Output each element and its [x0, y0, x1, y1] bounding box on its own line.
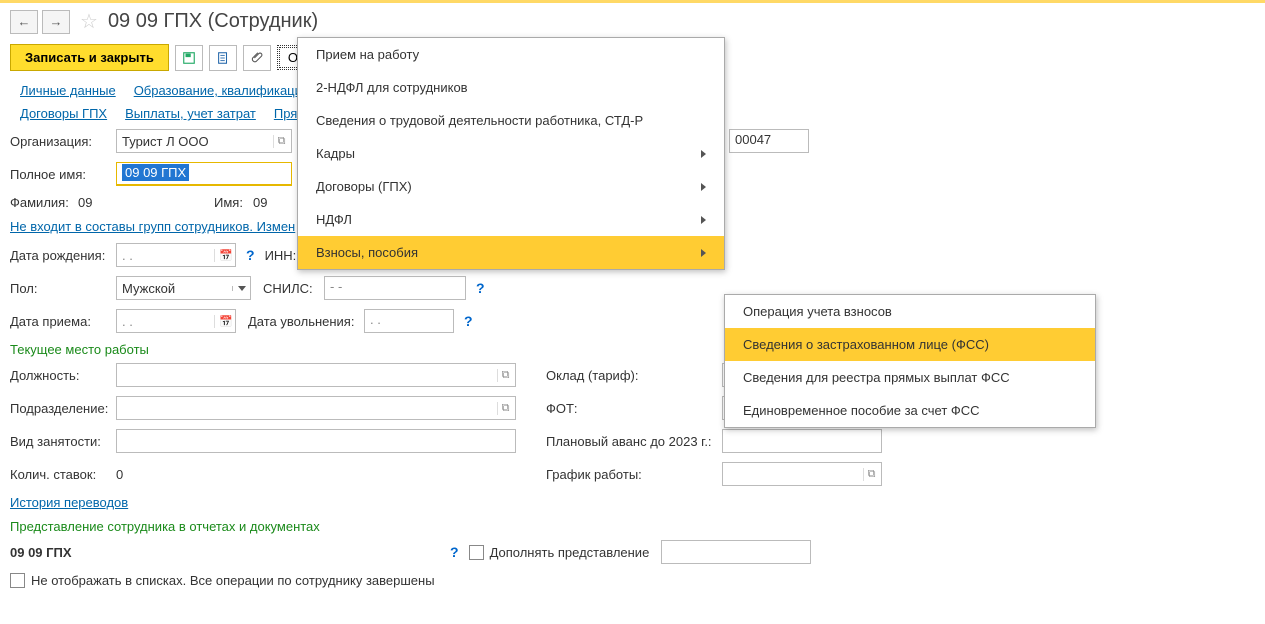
position-field[interactable]: ⧉	[116, 363, 516, 387]
calendar-icon[interactable]: 📅	[214, 249, 233, 262]
hide-checkbox[interactable]	[10, 573, 25, 588]
submenu-lump-fss[interactable]: Единовременное пособие за счет ФСС	[725, 394, 1095, 427]
hide-label: Не отображать в списках. Все операции по…	[31, 573, 435, 588]
schedule-label: График работы:	[546, 467, 716, 482]
group-link[interactable]: Не входит в составы групп сотрудников. И…	[10, 219, 295, 234]
star-icon[interactable]: ☆	[80, 9, 98, 34]
help-icon[interactable]: ?	[242, 247, 259, 263]
salary-label: Оклад (тариф):	[546, 368, 716, 383]
chevron-right-icon	[701, 216, 706, 224]
advance-label: Плановый аванс до 2023 г.:	[546, 434, 716, 449]
help-icon[interactable]: ?	[472, 280, 489, 296]
code-field[interactable]: 00047	[729, 129, 809, 153]
menu-item-staff[interactable]: Кадры	[298, 137, 724, 170]
submenu-insured-fss[interactable]: Сведения о застрахованном лице (ФСС)	[725, 328, 1095, 361]
save-button[interactable]	[175, 45, 203, 71]
tab-payments[interactable]: Выплаты, учет затрат	[125, 106, 256, 121]
lookup-icon[interactable]: ⧉	[497, 369, 513, 382]
back-button[interactable]: ←	[10, 10, 38, 34]
attach-button[interactable]	[243, 45, 271, 71]
format-document-menu: Прием на работу 2-НДФЛ для сотрудников С…	[297, 37, 725, 270]
chevron-right-icon	[701, 150, 706, 158]
hire-date-label: Дата приема:	[10, 314, 110, 329]
name-label: Имя:	[214, 195, 247, 210]
schedule-field[interactable]: ⧉	[722, 462, 882, 486]
supplement-checkbox[interactable]	[469, 545, 484, 560]
lookup-icon[interactable]: ⧉	[273, 135, 289, 148]
surname-value: 09	[78, 195, 208, 210]
tab-education[interactable]: Образование, квалификация	[134, 83, 309, 98]
fullname-field[interactable]: 09 09 ГПХ	[116, 162, 292, 186]
org-field[interactable]: Турист Л ООО ⧉	[116, 129, 292, 153]
dob-field[interactable]: . . 📅	[116, 243, 236, 267]
chevron-right-icon	[701, 183, 706, 191]
calendar-icon[interactable]: 📅	[214, 315, 233, 328]
surname-label: Фамилия:	[10, 195, 72, 210]
chevron-down-icon	[238, 286, 246, 291]
contributions-submenu: Операция учета взносов Сведения о застра…	[724, 294, 1096, 428]
menu-item-ndfl[interactable]: НДФЛ	[298, 203, 724, 236]
menu-item-hire[interactable]: Прием на работу	[298, 38, 724, 71]
submenu-op-contrib[interactable]: Операция учета взносов	[725, 295, 1095, 328]
menu-item-2ndfl[interactable]: 2-НДФЛ для сотрудников	[298, 71, 724, 104]
snils-label: СНИЛС:	[263, 281, 318, 296]
rate-count-label: Колич. ставок:	[10, 467, 110, 482]
fullname-label: Полное имя:	[10, 167, 110, 182]
section-representation: Представление сотрудника в отчетах и док…	[10, 519, 1255, 534]
save-close-button[interactable]: Записать и закрыть	[10, 44, 169, 71]
gender-select[interactable]: Мужской	[116, 276, 251, 300]
supplement-label: Дополнять представление	[490, 545, 650, 560]
menu-item-contributions[interactable]: Взносы, пособия	[298, 236, 724, 269]
hire-date-field[interactable]: . . 📅	[116, 309, 236, 333]
org-label: Организация:	[10, 134, 110, 149]
repr-value: 09 09 ГПХ	[10, 545, 440, 560]
snils-field[interactable]: - -	[324, 276, 466, 300]
name-value: 09	[253, 195, 267, 210]
rate-count-value: 0	[116, 467, 123, 482]
menu-item-contracts[interactable]: Договоры (ГПХ)	[298, 170, 724, 203]
position-label: Должность:	[10, 368, 110, 383]
document-button[interactable]	[209, 45, 237, 71]
unit-field[interactable]: ⧉	[116, 396, 516, 420]
inn-label: ИНН:	[265, 248, 300, 263]
employment-field[interactable]	[116, 429, 516, 453]
dob-label: Дата рождения:	[10, 248, 110, 263]
advance-field[interactable]	[722, 429, 882, 453]
fire-date-field[interactable]: . .	[364, 309, 454, 333]
page-title: 09 09 ГПХ (Сотрудник)	[108, 10, 318, 33]
history-link[interactable]: История переводов	[10, 495, 128, 510]
gender-label: Пол:	[10, 281, 110, 296]
help-icon[interactable]: ?	[460, 313, 477, 329]
forward-button[interactable]: →	[42, 10, 70, 34]
tab-personal[interactable]: Личные данные	[20, 83, 116, 98]
chevron-right-icon	[701, 249, 706, 257]
help-icon[interactable]: ?	[446, 544, 463, 560]
tab-contracts[interactable]: Договоры ГПХ	[20, 106, 107, 121]
fire-date-label: Дата увольнения:	[248, 314, 358, 329]
employment-label: Вид занятости:	[10, 434, 110, 449]
lookup-icon[interactable]: ⧉	[497, 402, 513, 415]
unit-label: Подразделение:	[10, 401, 110, 416]
supplement-field[interactable]	[661, 540, 811, 564]
lookup-icon[interactable]: ⧉	[863, 468, 879, 481]
fot-label: ФОТ:	[546, 401, 716, 416]
submenu-registry-fss[interactable]: Сведения для реестра прямых выплат ФСС	[725, 361, 1095, 394]
menu-item-labor-info[interactable]: Сведения о трудовой деятельности работни…	[298, 104, 724, 137]
